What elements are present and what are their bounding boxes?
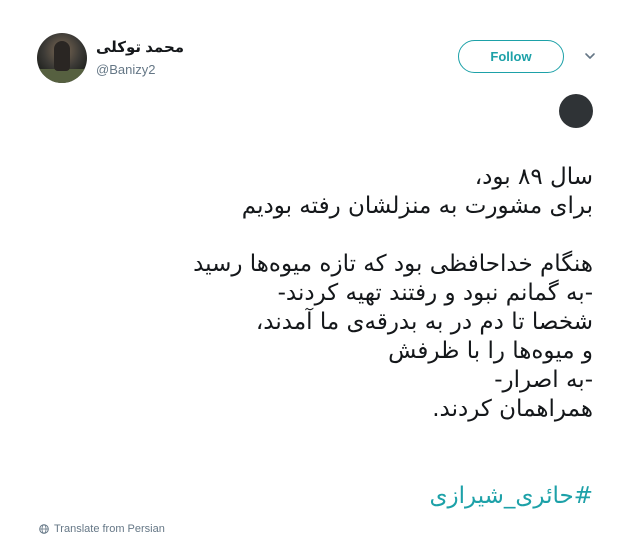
tweet-line: شخصا تا دم در به بدرقه‌ی ما آمدند، [255,309,593,335]
avatar-figure [54,41,70,71]
tweet-line: برای مشورت به منزلشان رفته بودیم [241,193,593,219]
tweet-line: و میوه‌ها را با ظرفش [388,338,593,364]
tweet-line-gap [33,221,593,250]
tweet-line: همراهمان کردند. [432,396,593,422]
tweet-line: -به گمانم نبود و رفتند تهیه کردند- [277,280,593,306]
follow-button[interactable]: Follow [458,40,564,73]
avatar[interactable] [37,33,87,83]
tweet-card: محمد توکلی @Banizy2 Follow سال ۸۹ بود، ب… [0,0,634,545]
chevron-down-icon[interactable] [584,50,596,62]
hashtag-link[interactable]: #حائری_شیرازی [430,483,594,509]
translate-link[interactable]: Translate from Persian [39,523,165,535]
black-circle-emoji [559,94,593,128]
avatar-ground [37,69,87,83]
tweet-text: سال ۸۹ بود، برای مشورت به منزلشان رفته ب… [33,163,593,424]
user-handle[interactable]: @Banizy2 [96,62,155,77]
user-display-name[interactable]: محمد توکلی [96,38,184,56]
tweet-line: -به اصرار- [494,367,593,393]
translate-label[interactable]: Translate from Persian [54,523,165,535]
tweet-line: هنگام خداحافظی بود که تازه میوه‌ها رسید [193,251,593,277]
globe-icon [39,524,49,534]
tweet-line: سال ۸۹ بود، [474,164,593,190]
